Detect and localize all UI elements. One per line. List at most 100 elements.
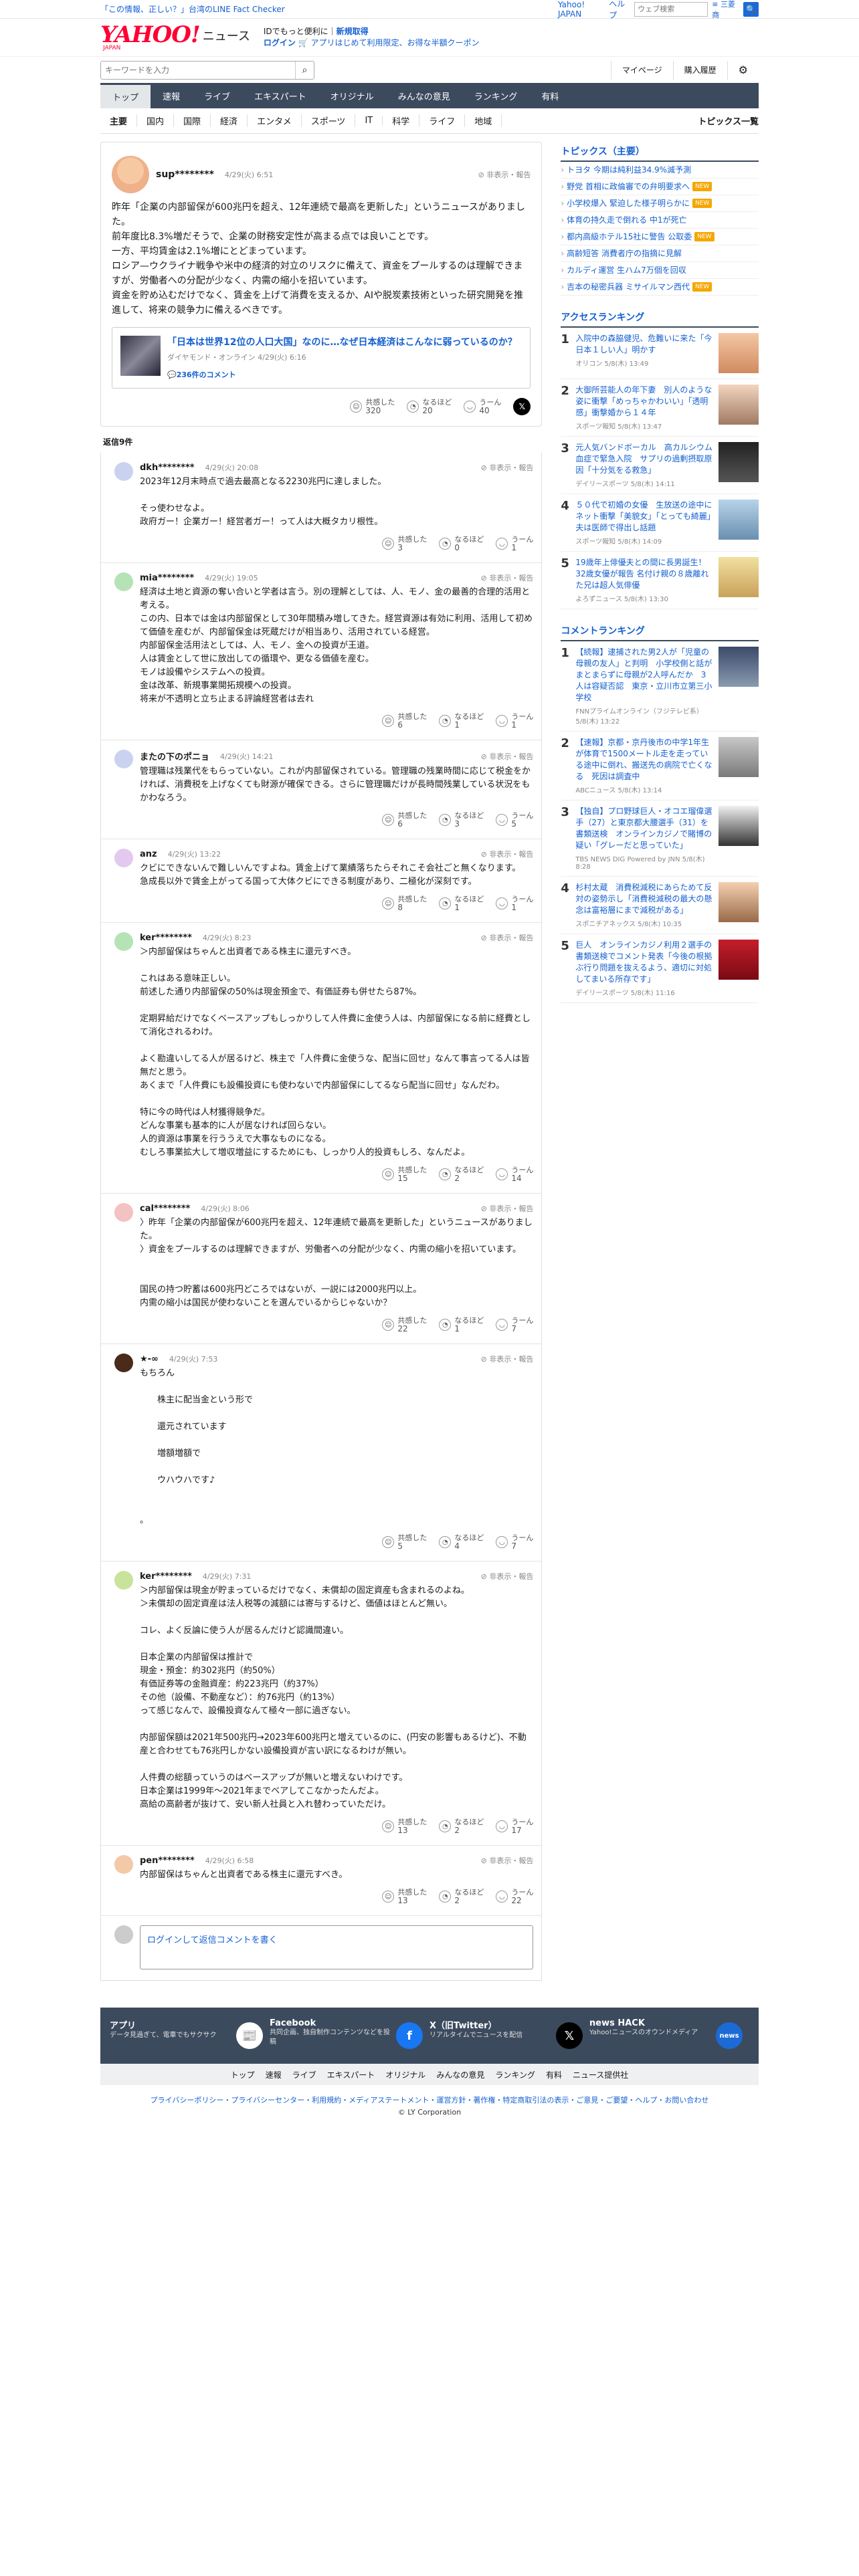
nav-breaking[interactable]: 速報 — [151, 83, 192, 108]
nav-live[interactable]: ライブ — [192, 83, 242, 108]
x-share-icon[interactable]: 𝕏 — [513, 398, 531, 415]
subnav-economy[interactable]: 経済 — [211, 114, 248, 127]
news-search-input[interactable] — [101, 61, 295, 79]
nav-opinion[interactable]: みんなの意見 — [386, 83, 462, 108]
react-hmm-button[interactable]: ◡ うーん 40 — [464, 399, 501, 415]
nav-ranking[interactable]: ランキング — [462, 83, 530, 108]
nav-expert[interactable]: エキスパート — [242, 83, 318, 108]
search-icon[interactable]: ⌕ — [295, 61, 314, 79]
signup-link[interactable]: 新規取得 — [337, 27, 369, 36]
subnav-entertainment[interactable]: エンタメ — [248, 114, 302, 127]
react-insight-button[interactable]: ◔ なるほど 1 — [439, 713, 484, 729]
ranking-item[interactable]: 4 杉村太蔵 消費税減税にあらためて反対の姿勢示し「消費税減税の最大の懸念は富裕層… — [561, 877, 759, 934]
report-link[interactable]: ⊘ 非表示・報告 — [481, 1354, 534, 1364]
reply-user[interactable]: pen******** — [140, 1856, 195, 1866]
react-agree-button[interactable]: ☺ 共感した 8 — [382, 895, 427, 911]
mypage-button[interactable]: マイページ — [610, 60, 673, 80]
react-agree-button[interactable]: ☺ 共感した 5 — [382, 1534, 427, 1550]
ranking-item[interactable]: 2 大御所芸能人の年下妻 別人のような姿に衝撃「めっちゃかわいい」「透明感」衝撃婚… — [561, 379, 759, 437]
react-insight-button[interactable]: ◔ なるほど 4 — [439, 1534, 484, 1550]
footer-nav-item[interactable]: 有料 — [546, 2069, 562, 2080]
react-insight-button[interactable]: ◔ なるほど 3 — [439, 812, 484, 828]
react-agree-button[interactable]: ☺ 共感した 22 — [382, 1317, 427, 1333]
promo-link[interactable]: 「この情報、正しい？」台湾のLINE Fact Checker — [100, 3, 539, 15]
topic-item[interactable]: › 野党 首相に政倫審での弁明要求へ NEW — [561, 179, 759, 195]
footer-nav-item[interactable]: ニュース提供社 — [573, 2069, 628, 2080]
report-link[interactable]: ⊘ 非表示・報告 — [481, 1855, 534, 1866]
footer-nav-item[interactable]: 速報 — [266, 2069, 282, 2080]
topic-item[interactable]: › 体育の持久走で倒れる 中1が死亡 — [561, 212, 759, 229]
react-hmm-button[interactable]: ◡ うーん 14 — [496, 1166, 533, 1182]
topic-item[interactable]: › 小学校爆入 緊迫した様子明らかに NEW — [561, 195, 759, 212]
footer-nav-item[interactable]: ライブ — [292, 2069, 316, 2080]
reply-user[interactable]: anz — [140, 849, 157, 859]
report-link[interactable]: ⊘ 非表示・報告 — [481, 751, 534, 762]
react-agree-button[interactable]: ☺ 共感した 15 — [382, 1166, 427, 1182]
ranking-item[interactable]: 1 入院中の森脇健児、危難いに来た「今日本１しい人」明かす オリコン 5/8(木) … — [561, 328, 759, 379]
ranking-item[interactable]: 5 19歳年上俳優夫との間に長男誕生！32歳女優が報告 名付け親の８歳離れた兄は超… — [561, 552, 759, 609]
nav-paid[interactable]: 有料 — [529, 83, 571, 108]
react-agree-button[interactable]: ☺ 共感した 13 — [382, 1818, 427, 1834]
footer-nav-item[interactable]: トップ — [231, 2069, 255, 2080]
reply-user[interactable]: ★-∞ — [140, 1354, 159, 1364]
ranking-item[interactable]: 2 【速報】京都・京丹後市の中学1年生が体育で1500メートル走を走っている途中に… — [561, 732, 759, 800]
react-agree-button[interactable]: ☺ 共感した 6 — [382, 812, 427, 828]
report-link[interactable]: ⊘ 非表示・報告 — [481, 849, 534, 859]
report-link[interactable]: ⊘ 非表示・報告 — [481, 1203, 534, 1214]
subnav-life[interactable]: ライフ — [419, 114, 466, 127]
topic-item[interactable]: › 都内高級ホテル15社に警告 公取委 NEW — [561, 229, 759, 245]
footer-nav-item[interactable]: ランキング — [495, 2069, 535, 2080]
react-hmm-button[interactable]: ◡ うーん 1 — [496, 895, 533, 911]
yahoo-japan-link[interactable]: Yahoo! JAPAN — [558, 0, 605, 19]
ranking-item[interactable]: 3 元人気バンドボーカル 高カルシウム血症で緊急入院 サプリの過剰摂取原因「十分気… — [561, 437, 759, 494]
subnav-world[interactable]: 国際 — [174, 114, 211, 127]
report-link[interactable]: ⊘ 非表示・報告 — [481, 572, 534, 583]
reply-user[interactable]: またの下のポニョ — [140, 750, 209, 762]
topic-item[interactable]: › トヨタ 今期は純利益34.9%減予測 — [561, 162, 759, 179]
react-hmm-button[interactable]: ◡ うーん 5 — [496, 812, 533, 828]
react-hmm-button[interactable]: ◡ うーん 17 — [496, 1818, 533, 1834]
subnav-domestic[interactable]: 国内 — [137, 114, 175, 127]
gear-icon[interactable]: ⚙ — [727, 60, 759, 80]
ranking-item[interactable]: 3 【独自】プロ野球巨人・オコエ瑠偉選手（27）と東京都大腰選手（31）を書類送検… — [561, 800, 759, 877]
react-agree-button[interactable]: ☺ 共感した 3 — [382, 536, 427, 552]
nav-top[interactable]: トップ — [100, 83, 151, 108]
yahoo-news-logo[interactable]: YAHOO! ニュース JAPAN — [100, 23, 250, 51]
react-insight-button[interactable]: ◔ なるほど 2 — [439, 1166, 484, 1182]
article-comment-count[interactable]: 💬236件のコメント — [167, 369, 517, 380]
search-category[interactable]: ≡ 三菱商 — [712, 0, 739, 20]
article-title[interactable]: 「日本は世界12位の人口大国」なのに…なぜ日本経済はこんなに弱っているのか？ — [167, 336, 517, 349]
reply-user[interactable]: mia******** — [140, 573, 194, 583]
react-hmm-button[interactable]: ◡ うーん 7 — [496, 1317, 533, 1333]
react-insight-button[interactable]: ◔ なるほど 2 — [439, 1818, 484, 1834]
coupon-link[interactable]: 🛒 アプリはじめて利用限定、お得な半額クーポン — [298, 38, 480, 47]
article-card[interactable]: 「日本は世界12位の人口大国」なのに…なぜ日本経済はこんなに弱っているのか？ ダ… — [112, 327, 531, 389]
react-hmm-button[interactable]: ◡ うーん 7 — [496, 1534, 533, 1550]
reply-user[interactable]: cal******** — [140, 1204, 190, 1214]
footer-card[interactable]: news HACK Yahoo!ニュースのオウンドメディア news — [589, 2018, 749, 2053]
footer-card[interactable]: Facebook 共同企画、独自制作コンテンツなどを投稿 f — [270, 2018, 430, 2053]
subnav-it[interactable]: IT — [355, 116, 383, 126]
report-link[interactable]: ⊘ 非表示・報告 — [481, 462, 534, 473]
login-link[interactable]: ログイン — [264, 38, 296, 47]
react-insight-button[interactable]: ◔ なるほど 1 — [439, 895, 484, 911]
react-insight-button[interactable]: ◔ なるほど 1 — [439, 1317, 484, 1333]
footer-card[interactable]: アプリ データ見過ぎて、電車でもサクサク 📰 — [110, 2018, 270, 2053]
help-link[interactable]: ヘルプ — [609, 0, 630, 21]
reply-user[interactable]: dkh******** — [140, 463, 195, 473]
react-agree-button[interactable]: ☺ 共感した 13 — [382, 1889, 427, 1905]
report-link[interactable]: ⊘ 非表示・報告 — [478, 169, 531, 180]
nav-original[interactable]: オリジナル — [318, 83, 386, 108]
reply-user[interactable]: ker******** — [140, 933, 192, 943]
react-hmm-button[interactable]: ◡ うーん 1 — [496, 536, 533, 552]
subnav-main[interactable]: 主要 — [100, 114, 138, 127]
footer-nav-item[interactable]: エキスパート — [327, 2069, 375, 2080]
comment-user[interactable]: sup******** — [156, 169, 214, 180]
react-agree-button[interactable]: ☺ 共感した 6 — [382, 713, 427, 729]
footer-card[interactable]: X（旧Twitter） リアルタイムでニュースを配信 𝕏 — [430, 2018, 589, 2053]
legal-links[interactable]: プライバシーポリシー・プライバシーセンター・利用規約・メディアステートメント・運… — [0, 2095, 859, 2105]
report-link[interactable]: ⊘ 非表示・報告 — [481, 932, 534, 943]
footer-nav-item[interactable]: オリジナル — [385, 2069, 425, 2080]
ranking-item[interactable]: 4 ５０代で初婚の女優 生放送の途中にネット衝撃「美貌女」「とっても綺麗」夫は医師… — [561, 494, 759, 552]
report-link[interactable]: ⊘ 非表示・報告 — [481, 1571, 534, 1582]
